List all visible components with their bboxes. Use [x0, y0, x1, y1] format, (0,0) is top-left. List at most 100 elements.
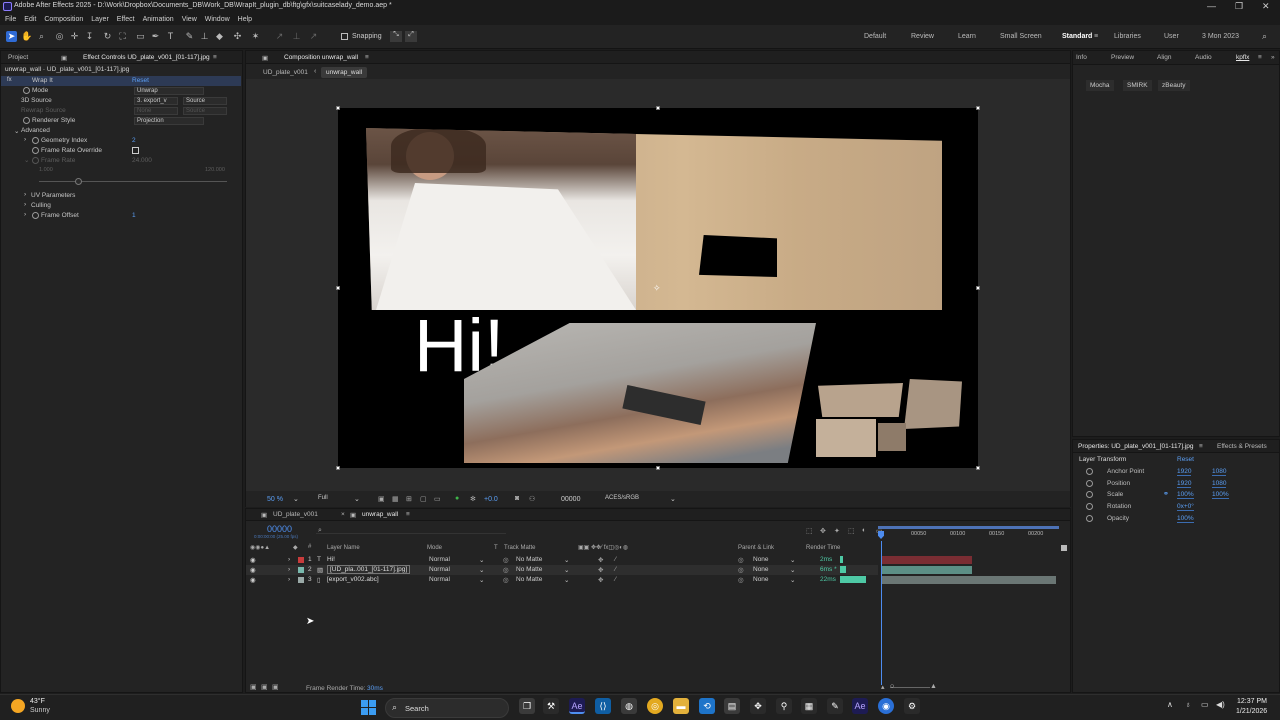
tab-effect-controls[interactable]: Effect Controls UD_plate_v001_[01-117].j…: [83, 54, 210, 61]
tab-properties[interactable]: Properties: UD_plate_v001_[01-117].jpg: [1078, 443, 1194, 450]
scale-x-value[interactable]: 100%: [1177, 491, 1194, 499]
tab-kpflx[interactable]: kpflx: [1236, 54, 1249, 61]
layer-switch-icon[interactable]: ✥: [598, 556, 603, 564]
axis-world-icon[interactable]: ⊥: [291, 31, 302, 42]
motion-blur-icon[interactable]: ◐: [862, 527, 866, 534]
track-matte-icon[interactable]: ◎: [503, 566, 509, 574]
zbeauty-button[interactable]: zBeauty: [1158, 80, 1190, 91]
layer-name[interactable]: [UD_pla..001_[01-117].jpg]: [327, 565, 411, 574]
mask-visibility-icon[interactable]: ▢: [420, 495, 427, 503]
chevron-down-icon[interactable]: ⌄: [790, 576, 795, 584]
layer-parent-dropdown[interactable]: None: [753, 566, 769, 573]
time-ruler[interactable]: 00050 00100 00150 00200: [878, 523, 1059, 553]
constrain-proportions-icon[interactable]: ⚭: [1163, 490, 1169, 498]
workspace-learn[interactable]: Learn: [958, 33, 976, 40]
transform-handle-tr[interactable]: [976, 106, 980, 110]
pen-tool-icon[interactable]: ✒: [150, 31, 161, 42]
app-taskbar-icon-4[interactable]: ✥: [750, 698, 766, 714]
stopwatch-icon[interactable]: [1086, 491, 1093, 498]
menu-window[interactable]: Window: [205, 16, 230, 23]
pickwhip-icon[interactable]: ◎: [738, 556, 744, 564]
region-interest-icon[interactable]: ▣: [378, 495, 385, 503]
pickwhip-icon[interactable]: ◎: [738, 576, 744, 584]
chevron-down-icon[interactable]: ⌄: [790, 556, 795, 564]
expand-in-out-icon[interactable]: ▣: [272, 683, 279, 691]
source3d-source-dropdown[interactable]: Source: [183, 97, 227, 105]
orbit-tool-icon[interactable]: ◎: [54, 31, 65, 42]
transform-handle-tl[interactable]: [336, 106, 340, 110]
effect-reset-link[interactable]: Reset: [132, 77, 149, 84]
snap-feature-icon[interactable]: ⤢: [405, 31, 417, 42]
expand-chevron-icon[interactable]: ›: [288, 556, 290, 563]
track-matte-icon[interactable]: ◎: [503, 576, 509, 584]
playhead-line[interactable]: [881, 541, 882, 685]
anchor-x-value[interactable]: 1920: [1177, 468, 1192, 476]
lock-icon[interactable]: ▣: [261, 511, 267, 519]
zoom-dropdown[interactable]: 50 %: [267, 496, 283, 503]
layer-switch-icon[interactable]: ⁄: [615, 576, 616, 583]
breadcrumb-unwrap-wall[interactable]: unwrap_wall: [321, 67, 368, 78]
layer-name-header[interactable]: Layer Name: [327, 545, 360, 551]
workspace-standard[interactable]: Standard: [1062, 33, 1092, 40]
zoom-tool-icon[interactable]: ⌕: [36, 31, 47, 42]
network-icon[interactable]: ▭: [1201, 700, 1209, 709]
expand-chevron-icon[interactable]: ›: [288, 576, 290, 583]
layer-matte-dropdown[interactable]: No Matte: [516, 566, 542, 573]
expand-chevron-icon[interactable]: ›: [24, 211, 26, 218]
framerate-override-checkbox[interactable]: [132, 147, 139, 154]
stopwatch-icon[interactable]: [1086, 515, 1093, 522]
workspace-libraries[interactable]: Libraries: [1114, 33, 1141, 40]
expand-chevron-icon[interactable]: ⌄: [14, 127, 19, 135]
anchor-tool-icon[interactable]: ⛶: [117, 31, 128, 42]
tab-info[interactable]: Info: [1076, 54, 1087, 61]
expand-chevron-icon[interactable]: ›: [24, 191, 26, 198]
panel-menu-icon[interactable]: ≡: [1199, 443, 1203, 450]
tab-unwrap-wall-timeline[interactable]: unwrap_wall: [362, 511, 398, 518]
expand-chevron-icon[interactable]: ⌄: [24, 156, 29, 164]
transform-handle-ml[interactable]: [336, 286, 340, 290]
lock-icon[interactable]: ▣: [61, 54, 67, 62]
scale-y-value[interactable]: 100%: [1212, 491, 1229, 499]
chevron-down-icon[interactable]: ⌄: [564, 556, 569, 564]
app-taskbar-icon-2[interactable]: ◍: [621, 698, 637, 714]
zoom-out-icon[interactable]: ▴: [881, 683, 885, 691]
stopwatch-icon[interactable]: [1086, 503, 1093, 510]
tab-align[interactable]: Align: [1157, 54, 1171, 61]
layer-label-color[interactable]: [298, 567, 304, 573]
track-matte-icon[interactable]: ◎: [503, 556, 509, 564]
volume-icon[interactable]: ◀): [1216, 700, 1225, 709]
position-x-value[interactable]: 1920: [1177, 480, 1192, 488]
puppet-tool-icon[interactable]: ✶: [250, 31, 261, 42]
layer-switch-icon[interactable]: ✥: [598, 576, 603, 584]
renderer-dropdown[interactable]: Projection: [134, 117, 204, 125]
app-taskbar-icon-6[interactable]: ✎: [827, 698, 843, 714]
chevron-down-icon[interactable]: ⌄: [354, 495, 360, 503]
menu-file[interactable]: File: [5, 16, 16, 23]
workspace-menu-icon[interactable]: ≡: [1094, 33, 1098, 40]
clone-tool-icon[interactable]: ⊥: [199, 31, 210, 42]
panel-menu-icon[interactable]: ≡: [1258, 54, 1262, 61]
stopwatch-icon[interactable]: [23, 87, 30, 94]
transform-handle-mr[interactable]: [976, 286, 980, 290]
panel-menu-icon[interactable]: ≡: [365, 54, 369, 61]
smirk-button[interactable]: SMIRK: [1123, 80, 1152, 91]
layer-matte-dropdown[interactable]: No Matte: [516, 556, 542, 563]
weather-temp[interactable]: 43°F: [30, 698, 45, 705]
stopwatch-icon[interactable]: [1086, 480, 1093, 487]
type-tool-icon[interactable]: T: [165, 31, 176, 42]
app-taskbar-icon-1[interactable]: ⚒: [543, 698, 559, 714]
microphone-icon[interactable]: ♁: [1185, 700, 1191, 709]
transform-reset-link[interactable]: Reset: [1177, 456, 1194, 463]
workspace-small-screen[interactable]: Small Screen: [1000, 33, 1042, 40]
minimize-button[interactable]: —: [1207, 1, 1216, 11]
reset-exposure-icon[interactable]: ✻: [470, 495, 476, 503]
breadcrumb-ud-plate[interactable]: UD_plate_v001: [263, 69, 308, 76]
color-space-dropdown[interactable]: ACES/sRGB: [603, 495, 679, 503]
rectangle-tool-icon[interactable]: ▭: [135, 31, 146, 42]
more-tabs-icon[interactable]: »: [1271, 54, 1275, 61]
close-tab-icon[interactable]: ×: [341, 511, 345, 518]
shy-layers-icon[interactable]: ✦: [834, 527, 840, 535]
expand-transfer-icon[interactable]: ▣: [261, 683, 268, 691]
app-taskbar-icon-5[interactable]: ⚲: [776, 698, 792, 714]
menu-effect[interactable]: Effect: [117, 16, 135, 23]
